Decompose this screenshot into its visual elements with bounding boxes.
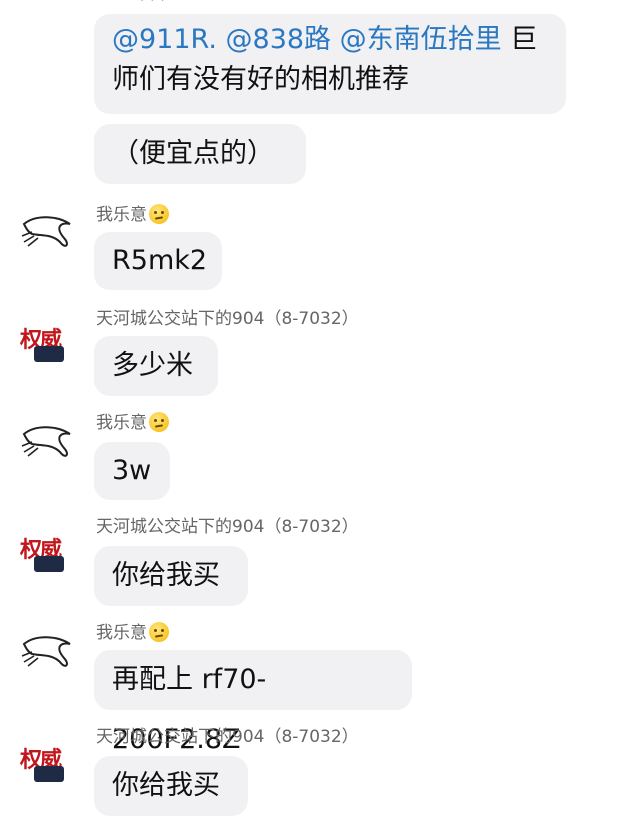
- sender-name: 我乐意: [96, 622, 169, 644]
- user-avatar-quanwei[interactable]: 权威: [18, 314, 82, 370]
- sender-name-text: 我乐意: [96, 413, 147, 433]
- smirk-emoji-icon: [149, 204, 169, 224]
- message-bubble[interactable]: （便宜点的）: [94, 124, 306, 184]
- message-text: R5mk2: [112, 245, 208, 276]
- mention-911r[interactable]: @911R.: [112, 24, 217, 55]
- message-text: 巨: [510, 24, 538, 55]
- user-avatar-quanwei[interactable]: 权威: [18, 524, 82, 580]
- bus-icon: [34, 346, 64, 362]
- user-avatar-bird-sketch[interactable]: [18, 628, 82, 676]
- sender-name: 天河城公交站下的904（8-7032）: [96, 516, 359, 538]
- message-text: 你给我买: [112, 560, 220, 591]
- smirk-emoji-icon: [149, 622, 169, 642]
- message-text: （便宜点的）: [112, 138, 274, 169]
- mention-dongnan[interactable]: @东南伍拾里: [340, 24, 502, 55]
- sender-name: 我乐意: [96, 204, 169, 226]
- smirk-emoji-icon: [149, 412, 169, 432]
- message-text: 你给我买: [112, 770, 220, 801]
- message-bubble[interactable]: 你给我买: [94, 756, 248, 816]
- sender-name-text: 天河城公交站下的904（8-7032）: [96, 309, 359, 329]
- sender-name-text: 天河城公交站下的904（8-7032）: [96, 517, 359, 537]
- sender-name-text: 我乐意: [96, 205, 147, 225]
- sender-name: 天河城公交站下的904（8-7032）: [96, 308, 359, 330]
- mention-838[interactable]: @838路: [226, 24, 332, 55]
- clipped-header-text: · · ·: [140, 0, 166, 9]
- user-avatar-bird-sketch[interactable]: [18, 418, 82, 466]
- sender-name: 我乐意: [96, 412, 169, 434]
- message-bubble[interactable]: R5mk2: [94, 232, 222, 290]
- sender-name-text: 天河城公交站下的904（8-7032）: [96, 727, 359, 747]
- sender-name: 天河城公交站下的904（8-7032）: [96, 726, 359, 748]
- message-bubble[interactable]: 再配上 rf70-200F2.8Z: [94, 650, 412, 755]
- message-text: 3w: [112, 455, 152, 486]
- bus-icon: [34, 556, 64, 572]
- message-bubble-mentions[interactable]: @911R. @838路 @东南伍拾里 巨 师们有没有好的相机推荐: [94, 14, 566, 114]
- message-text: 多少米: [112, 350, 193, 381]
- message-bubble[interactable]: 你给我买: [94, 546, 248, 606]
- message-bubble[interactable]: 多少米: [94, 336, 218, 396]
- message-bubble[interactable]: 3w: [94, 442, 170, 500]
- sender-name-text: 我乐意: [96, 623, 147, 643]
- message-text: 师们有没有好的相机推荐: [112, 64, 409, 95]
- user-avatar-quanwei[interactable]: 权威: [18, 734, 82, 790]
- user-avatar-bird-sketch[interactable]: [18, 208, 82, 256]
- bus-icon: [34, 766, 64, 782]
